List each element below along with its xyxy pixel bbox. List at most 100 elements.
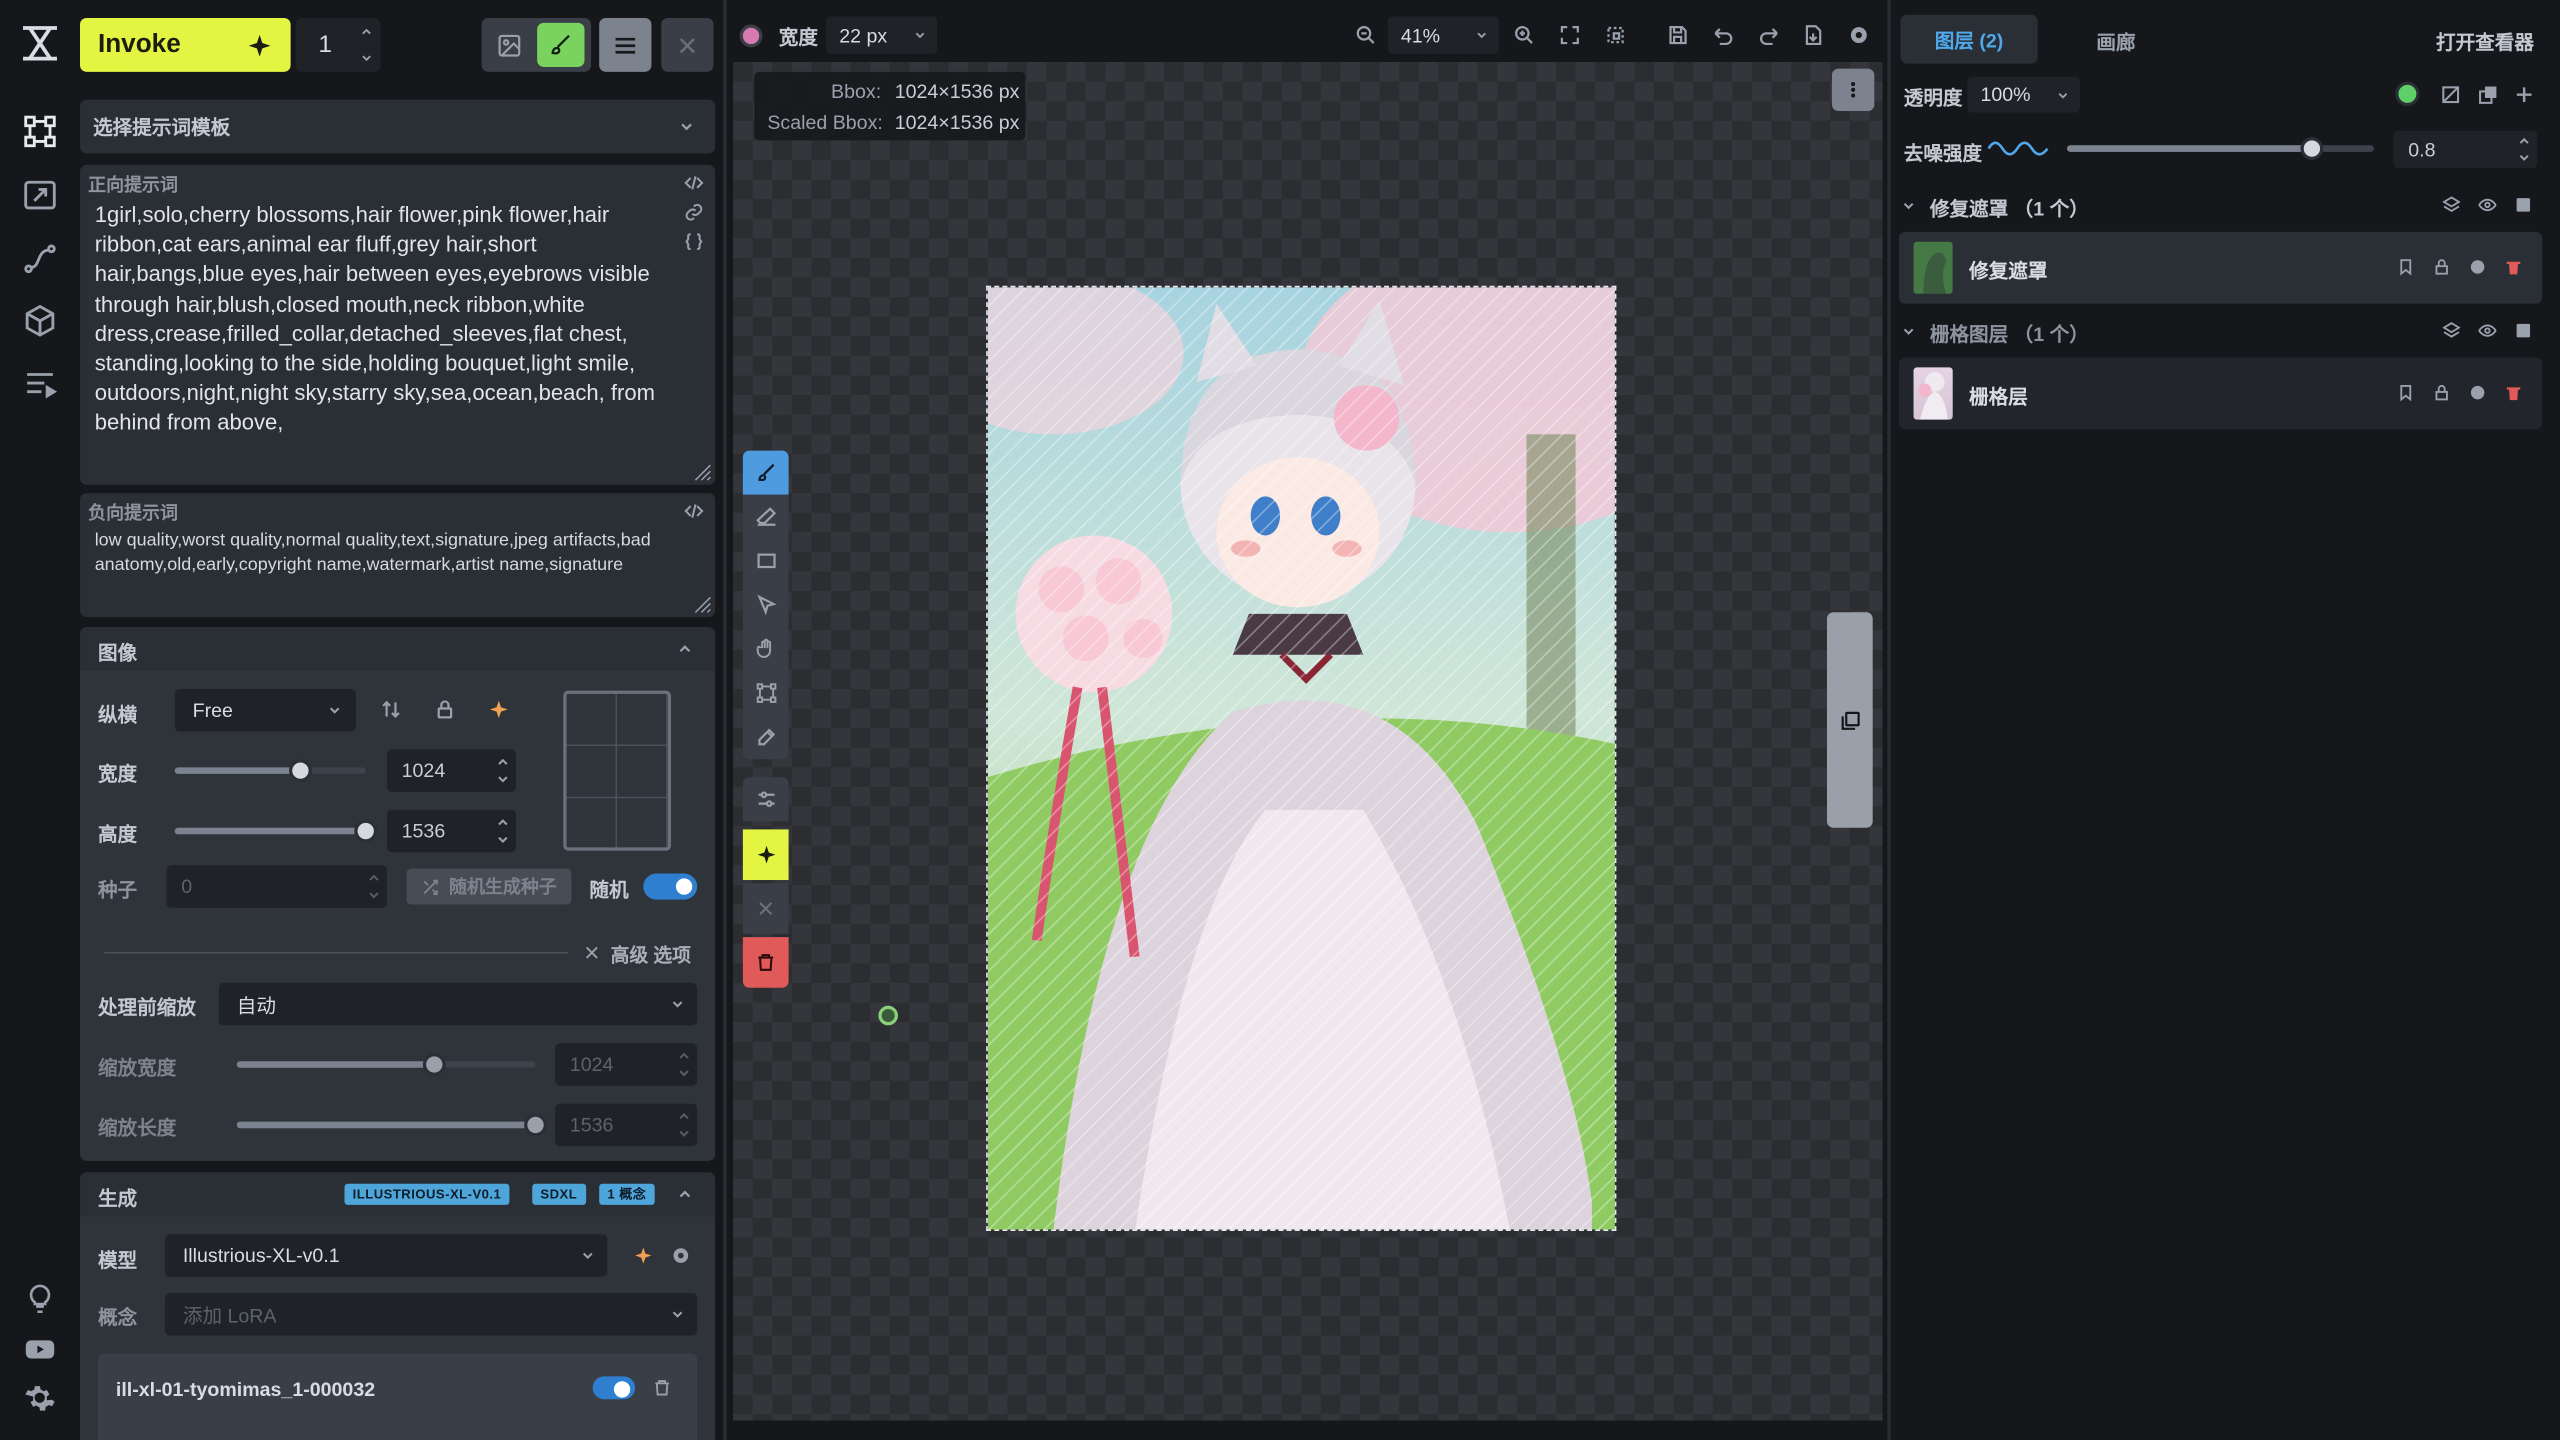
prompt-template-select[interactable]: 选择提示词模板 xyxy=(80,99,716,154)
rectangle-tool[interactable] xyxy=(742,538,789,583)
visibility-dot-icon[interactable] xyxy=(2469,258,2487,276)
random-seed-button[interactable]: 随机生成种子 xyxy=(406,868,572,905)
raster-group-title[interactable]: 栅格图层 （1 个） xyxy=(1930,320,2089,348)
zoom-select[interactable]: 41% xyxy=(1387,16,1499,54)
image-section-title[interactable]: 图像 xyxy=(98,638,137,666)
seed-input[interactable]: 0 xyxy=(166,865,387,908)
queue-count-input[interactable]: 1 xyxy=(295,17,381,72)
tab-gallery[interactable]: 画廊 xyxy=(2096,28,2135,56)
tab-layers[interactable]: 图层 (2) xyxy=(1900,14,2038,64)
swap-dimensions-icon[interactable] xyxy=(380,699,401,720)
delete-layer-icon[interactable] xyxy=(2505,384,2523,402)
canvas-nodes-icon[interactable] xyxy=(23,114,57,148)
group-menu-icon[interactable] xyxy=(2514,196,2532,214)
lock-icon[interactable] xyxy=(434,699,455,720)
height-slider[interactable] xyxy=(174,819,378,843)
braces-icon[interactable] xyxy=(684,232,704,252)
chevron-up-icon[interactable] xyxy=(676,1185,694,1203)
random-toggle[interactable] xyxy=(643,873,698,900)
close-icon[interactable] xyxy=(583,944,601,962)
models-icon[interactable] xyxy=(23,304,57,338)
undo-icon[interactable] xyxy=(1713,24,1734,46)
scaled-height-input[interactable]: 1536 xyxy=(555,1103,698,1147)
code-icon[interactable] xyxy=(684,173,704,193)
open-viewer-button[interactable]: 打开查看器 xyxy=(2436,28,2534,56)
stepper-icon[interactable] xyxy=(2518,136,2531,164)
brush-mode-button[interactable] xyxy=(537,22,585,67)
trash-icon[interactable] xyxy=(653,1378,671,1398)
save-icon[interactable] xyxy=(1667,24,1688,45)
staging-panel-toggle[interactable] xyxy=(1826,612,1873,828)
negative-prompt-box[interactable]: 负向提示词 low quality,worst quality,normal q… xyxy=(80,493,716,618)
generation-section-title[interactable]: 生成 xyxy=(98,1184,137,1212)
inpaint-group-title[interactable]: 修复遮罩 （1 个） xyxy=(1930,194,2089,222)
eye-icon[interactable] xyxy=(2478,322,2497,340)
pan-tool[interactable] xyxy=(742,626,789,672)
fit-layer-icon[interactable] xyxy=(2441,85,2461,105)
bookmark-icon[interactable] xyxy=(2397,384,2415,402)
raster-layer[interactable]: 栅格层 xyxy=(1898,357,2543,430)
cancel-button[interactable] xyxy=(661,17,714,72)
bbox-tool[interactable] xyxy=(742,671,789,716)
duplicate-icon[interactable] xyxy=(2478,85,2498,105)
merge-layers-icon[interactable] xyxy=(2442,196,2461,214)
zoom-out-icon[interactable] xyxy=(1355,24,1376,45)
width-slider[interactable] xyxy=(174,759,366,783)
stepper-icon[interactable] xyxy=(678,1110,691,1139)
fit-to-screen-icon[interactable] xyxy=(1559,24,1580,45)
lock-icon[interactable] xyxy=(2433,384,2451,402)
upscale-icon[interactable] xyxy=(23,178,57,212)
positive-prompt-text[interactable]: 1girl,solo,cherry blossoms,hair flower,p… xyxy=(95,201,663,439)
chevron-up-icon[interactable] xyxy=(676,640,694,658)
chevron-down-icon[interactable] xyxy=(1900,323,1916,339)
add-layer-icon[interactable] xyxy=(2514,85,2534,105)
positive-prompt-box[interactable]: 正向提示词 1girl,solo,cherry blossoms,hair fl… xyxy=(80,164,716,485)
chevron-up-icon[interactable] xyxy=(359,24,374,39)
queue-icon[interactable] xyxy=(23,367,58,401)
visibility-dot-icon[interactable] xyxy=(2469,384,2487,402)
inpaint-mask-layer[interactable]: 修复遮罩 xyxy=(1898,231,2543,304)
scaled-width-slider[interactable] xyxy=(236,1053,536,1076)
menu-button[interactable] xyxy=(599,17,652,72)
canvas-more-button[interactable] xyxy=(1831,68,1875,112)
link-icon[interactable] xyxy=(684,202,704,222)
eraser-tool[interactable] xyxy=(742,494,789,539)
code-icon[interactable] xyxy=(684,501,704,521)
height-input[interactable]: 1536 xyxy=(386,809,516,853)
layer-color-swatch[interactable] xyxy=(2395,81,2420,107)
model-settings-gear-icon[interactable] xyxy=(671,1246,691,1266)
canvas-settings-gear-icon[interactable] xyxy=(1848,24,1869,45)
invoke-canvas-button[interactable] xyxy=(742,829,789,881)
delete-layer-icon[interactable] xyxy=(2505,258,2523,276)
stepper-icon[interactable] xyxy=(367,872,380,901)
eye-icon[interactable] xyxy=(2478,196,2497,214)
stepper-icon[interactable] xyxy=(678,1050,691,1079)
stepper-icon[interactable] xyxy=(496,756,509,785)
move-tool[interactable] xyxy=(742,582,789,627)
brush-tool[interactable] xyxy=(742,450,789,495)
group-menu-icon[interactable] xyxy=(2514,322,2532,340)
invoke-logo-icon[interactable] xyxy=(20,23,61,64)
brush-color-swatch[interactable] xyxy=(739,24,763,48)
optimal-size-sparkle-icon[interactable] xyxy=(488,699,509,720)
youtube-icon[interactable] xyxy=(24,1334,55,1365)
advanced-options-label[interactable]: 高级 选项 xyxy=(611,942,691,968)
chevron-down-icon[interactable] xyxy=(1900,198,1916,214)
lightbulb-icon[interactable] xyxy=(24,1283,55,1314)
model-select[interactable]: Illustrious-XL-v0.1 xyxy=(164,1234,608,1277)
image-view-icon[interactable] xyxy=(496,33,522,59)
scaled-width-input[interactable]: 1024 xyxy=(555,1043,698,1086)
zoom-in-icon[interactable] xyxy=(1514,24,1535,45)
negative-prompt-text[interactable]: low quality,worst quality,normal quality… xyxy=(95,529,666,579)
chevron-down-icon[interactable] xyxy=(359,51,374,66)
filters-tool[interactable] xyxy=(742,777,789,822)
settings-gear-icon[interactable] xyxy=(24,1383,55,1414)
width-input[interactable]: 1024 xyxy=(386,749,516,792)
brush-width-select[interactable]: 22 px xyxy=(826,16,938,54)
aspect-select[interactable]: Free xyxy=(174,688,356,732)
lora-select[interactable]: 添加 LoRA xyxy=(164,1293,698,1336)
invoke-button[interactable]: Invoke xyxy=(80,17,291,72)
resize-handle-icon[interactable] xyxy=(694,596,712,614)
fit-bbox-icon[interactable] xyxy=(1605,24,1626,45)
color-picker-tool[interactable] xyxy=(742,715,789,760)
